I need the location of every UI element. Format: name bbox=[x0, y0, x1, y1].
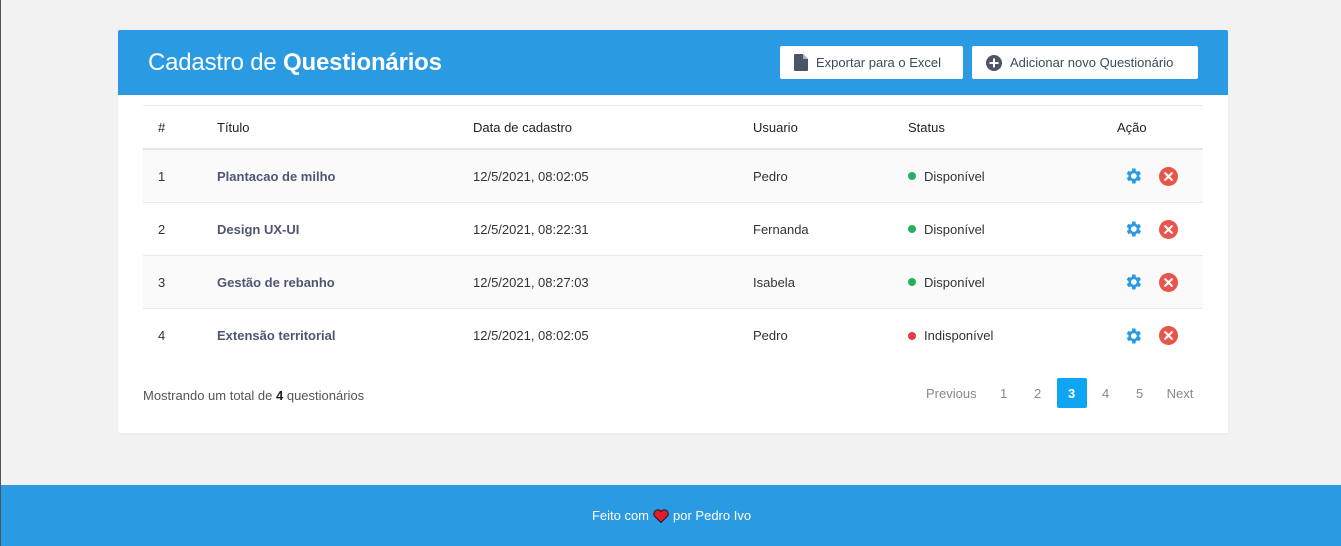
row-title-link[interactable]: Plantacao de milho bbox=[217, 169, 335, 184]
status-dot bbox=[908, 331, 916, 340]
status-badge: Disponível bbox=[908, 222, 985, 237]
footer-author: por Pedro Ivo bbox=[673, 508, 752, 523]
status-label: Disponível bbox=[924, 274, 985, 290]
results-summary-prefix: Mostrando um total de bbox=[143, 388, 273, 403]
status-badge: Indisponível bbox=[908, 328, 993, 343]
status-badge: Disponível bbox=[908, 275, 985, 290]
table-header: # Título Data de cadastro Usuario Status… bbox=[143, 105, 1203, 150]
row-title-link[interactable]: Gestão de rebanho bbox=[217, 275, 335, 290]
close-circle-icon[interactable] bbox=[1159, 326, 1178, 345]
page-title-prefix: Cadastro de bbox=[148, 49, 277, 76]
status-badge: Disponível bbox=[908, 169, 985, 184]
status-label: Disponível bbox=[924, 168, 985, 184]
status-label: Indisponível bbox=[924, 328, 994, 343]
row-date: 12/5/2021, 08:02:05 bbox=[473, 168, 589, 184]
questionnaire-card: Cadastro de Questionários Exportar para … bbox=[118, 30, 1228, 433]
footer-made-with: Feito com bbox=[591, 508, 650, 523]
row-title-link[interactable]: Extensão territorial bbox=[217, 328, 336, 343]
results-count: 4 bbox=[275, 388, 284, 403]
pagination: Previous 1 2 3 4 5 Next bbox=[916, 378, 1203, 408]
status-dot bbox=[908, 278, 916, 286]
table-row: 2 Design UX-UI 12/5/2021, 08:22:31 Ferna… bbox=[143, 203, 1203, 256]
document-icon bbox=[794, 54, 808, 71]
row-actions bbox=[1123, 326, 1178, 346]
gear-icon[interactable] bbox=[1123, 219, 1143, 239]
gear-icon[interactable] bbox=[1123, 272, 1143, 292]
row-date: 12/5/2021, 08:02:05 bbox=[473, 328, 589, 343]
status-label: Disponível bbox=[924, 221, 985, 237]
pagination-page-5[interactable]: 5 bbox=[1123, 378, 1157, 408]
row-user: Pedro bbox=[753, 328, 788, 343]
row-actions bbox=[1123, 166, 1178, 186]
column-header-date: Data de cadastro bbox=[473, 119, 573, 135]
row-actions bbox=[1123, 219, 1178, 239]
column-header-status: Status bbox=[908, 119, 945, 135]
column-header-title: Título bbox=[217, 119, 250, 135]
plus-circle-icon bbox=[986, 54, 1002, 71]
pagination-previous[interactable]: Previous bbox=[916, 378, 987, 408]
card-header: Cadastro de Questionários Exportar para … bbox=[118, 30, 1228, 95]
table-row: 3 Gestão de rebanho 12/5/2021, 08:27:03 … bbox=[143, 256, 1203, 309]
pagination-page-1[interactable]: 1 bbox=[987, 378, 1021, 408]
add-questionnaire-button[interactable]: Adicionar novo Questionário bbox=[972, 46, 1198, 79]
pagination-page-2[interactable]: 2 bbox=[1021, 378, 1055, 408]
pagination-page-3[interactable]: 3 bbox=[1056, 378, 1087, 408]
row-actions bbox=[1123, 272, 1178, 292]
row-number: 3 bbox=[158, 274, 166, 290]
close-circle-icon[interactable] bbox=[1159, 219, 1178, 239]
export-excel-button[interactable]: Exportar para o Excel bbox=[780, 46, 963, 79]
row-user: Pedro bbox=[753, 168, 788, 184]
row-number: 4 bbox=[158, 328, 166, 343]
row-number: 2 bbox=[158, 221, 166, 237]
row-title-link[interactable]: Design UX-UI bbox=[217, 222, 299, 237]
page-title-bold: Questionários bbox=[283, 49, 442, 76]
status-dot bbox=[908, 225, 916, 233]
status-dot bbox=[908, 172, 916, 180]
column-header-action: Ação bbox=[1117, 119, 1147, 135]
export-excel-label: Exportar para o Excel bbox=[816, 55, 942, 70]
gear-icon[interactable] bbox=[1123, 166, 1143, 186]
results-summary: Mostrando um total de 4 questionários bbox=[143, 388, 364, 403]
column-header-user: Usuario bbox=[753, 119, 798, 135]
table-row: 4 Extensão territorial 12/5/2021, 08:02:… bbox=[143, 309, 1203, 362]
results-summary-suffix: questionários bbox=[286, 388, 365, 403]
row-number: 1 bbox=[158, 168, 166, 184]
gear-icon[interactable] bbox=[1123, 326, 1143, 346]
column-header-number: # bbox=[158, 119, 166, 135]
close-circle-icon[interactable] bbox=[1159, 166, 1178, 186]
row-user: Isabela bbox=[753, 274, 795, 290]
add-questionnaire-label: Adicionar novo Questionário bbox=[1010, 55, 1174, 70]
row-user: Fernanda bbox=[753, 221, 809, 237]
table-row: 1 Plantacao de milho 12/5/2021, 08:02:05… bbox=[143, 150, 1203, 203]
pagination-next[interactable]: Next bbox=[1157, 378, 1204, 408]
row-date: 12/5/2021, 08:22:31 bbox=[473, 221, 589, 237]
questionnaire-table: # Título Data de cadastro Usuario Status… bbox=[143, 105, 1203, 362]
site-footer: Feito com por Pedro Ivo bbox=[1, 485, 1341, 546]
row-date: 12/5/2021, 08:27:03 bbox=[473, 274, 589, 290]
close-circle-icon[interactable] bbox=[1159, 272, 1178, 292]
heart-icon bbox=[653, 508, 669, 523]
page-title: Cadastro de Questionários bbox=[148, 49, 442, 77]
pagination-page-4[interactable]: 4 bbox=[1089, 378, 1123, 408]
